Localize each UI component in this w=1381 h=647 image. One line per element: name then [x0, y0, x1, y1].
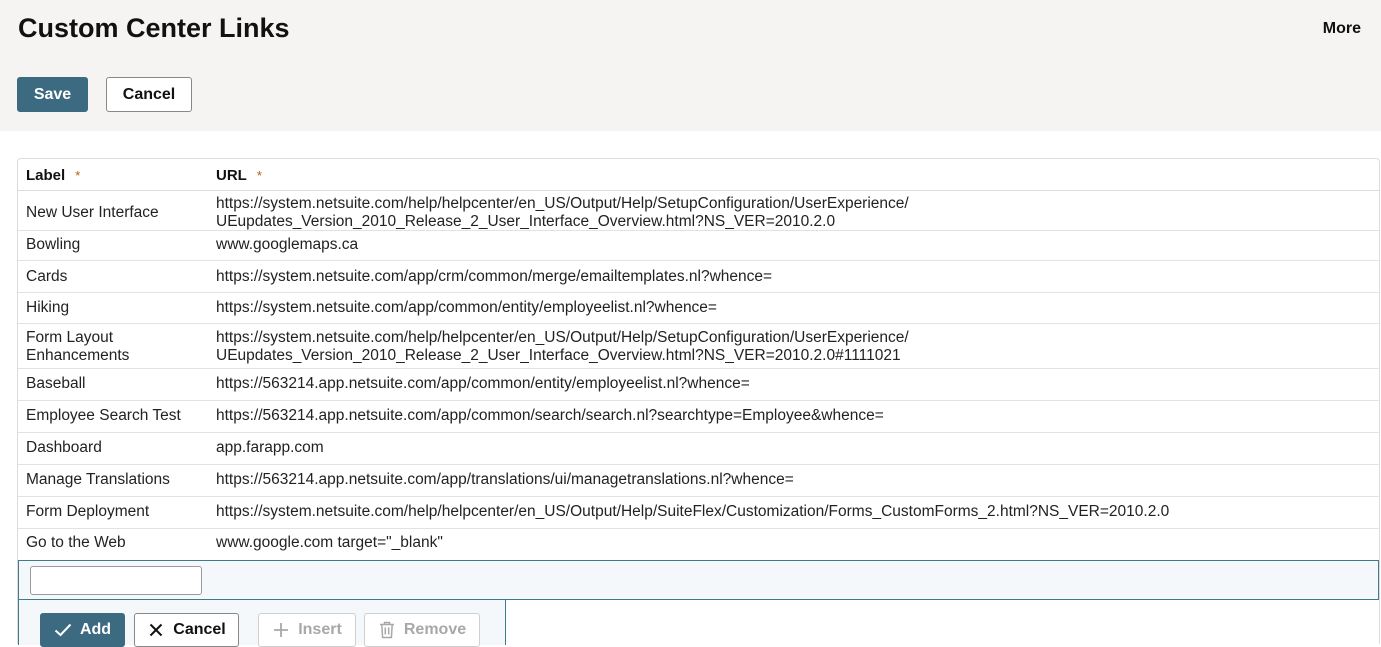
table-row[interactable]: Hiking https://system.netsuite.com/app/c…: [18, 293, 1379, 324]
page-title: Custom Center Links: [18, 13, 290, 43]
cell-label: Baseball: [26, 375, 86, 392]
cell-label: Dashboard: [26, 439, 102, 456]
cell-url: https://system.netsuite.com/app/crm/comm…: [216, 268, 773, 285]
trash-icon: [378, 621, 396, 639]
cell-label: Manage Translations: [26, 471, 170, 488]
cell-label: Cards: [26, 268, 68, 285]
cell-url: https://563214.app.netsuite.com/app/tran…: [216, 471, 794, 488]
column-header-url[interactable]: URL *: [216, 167, 262, 184]
cancel-row-button[interactable]: Cancel: [134, 613, 239, 647]
page-header: Custom Center Links More Save Cancel: [0, 0, 1381, 131]
required-marker: *: [256, 168, 262, 183]
cell-label: Hiking: [26, 299, 70, 316]
plus-icon: [272, 621, 290, 639]
cell-url: https://563214.app.netsuite.com/app/comm…: [216, 407, 884, 424]
edit-row: [18, 560, 1379, 600]
table-row[interactable]: Form Deployment https://system.netsuite.…: [18, 497, 1379, 529]
cell-url: https://system.netsuite.com/help/helpcen…: [216, 503, 1170, 520]
table-row[interactable]: Go to the Web www.google.com target="_bl…: [18, 529, 1379, 560]
cancel-button[interactable]: Cancel: [106, 77, 192, 112]
cell-label: Bowling: [26, 236, 81, 253]
check-icon: [54, 621, 72, 639]
cell-url: https://563214.app.netsuite.com/app/comm…: [216, 375, 750, 392]
table-row[interactable]: Manage Translations https://563214.app.n…: [18, 465, 1379, 497]
cell-url: app.farapp.com: [216, 439, 324, 456]
table-row[interactable]: Cards https://system.netsuite.com/app/cr…: [18, 261, 1379, 293]
table-row[interactable]: Bowling www.googlemaps.ca: [18, 231, 1379, 261]
close-icon: [147, 621, 165, 639]
cell-label: Form Deployment: [26, 503, 150, 520]
cell-url: https://system.netsuite.com/help/helpcen…: [216, 329, 909, 364]
column-header-label[interactable]: Label *: [26, 167, 80, 184]
cell-label: Employee Search Test: [26, 407, 181, 424]
add-row-button[interactable]: Add: [40, 613, 125, 647]
save-button[interactable]: Save: [17, 77, 88, 112]
cell-url: www.google.com target="_blank": [216, 534, 443, 551]
cell-label: Go to the Web: [26, 534, 126, 551]
table-row[interactable]: Dashboard app.farapp.com: [18, 433, 1379, 465]
cell-label: Form Layout Enhancements: [26, 329, 130, 364]
table-row[interactable]: Baseball https://563214.app.netsuite.com…: [18, 369, 1379, 401]
cell-url: www.googlemaps.ca: [216, 236, 359, 253]
required-marker: *: [75, 168, 81, 183]
cell-label: New User Interface: [26, 204, 159, 221]
row-actions: Add Cancel Insert Remove: [18, 600, 506, 647]
label-input[interactable]: [30, 566, 202, 595]
table-row[interactable]: Employee Search Test https://563214.app.…: [18, 401, 1379, 433]
table-row[interactable]: New User Interface https://system.netsui…: [18, 191, 1379, 231]
cell-url: https://system.netsuite.com/help/helpcen…: [216, 195, 909, 230]
more-menu-button[interactable]: More: [1323, 20, 1361, 38]
remove-row-button[interactable]: Remove: [364, 613, 480, 647]
cell-url: https://system.netsuite.com/app/common/e…: [216, 299, 717, 316]
links-table: Label * URL * New User Interface https://s…: [17, 158, 1380, 647]
insert-row-button[interactable]: Insert: [258, 613, 356, 647]
table-header: Label * URL *: [18, 159, 1379, 191]
table-row[interactable]: Form Layout Enhancements https://system.…: [18, 324, 1379, 369]
